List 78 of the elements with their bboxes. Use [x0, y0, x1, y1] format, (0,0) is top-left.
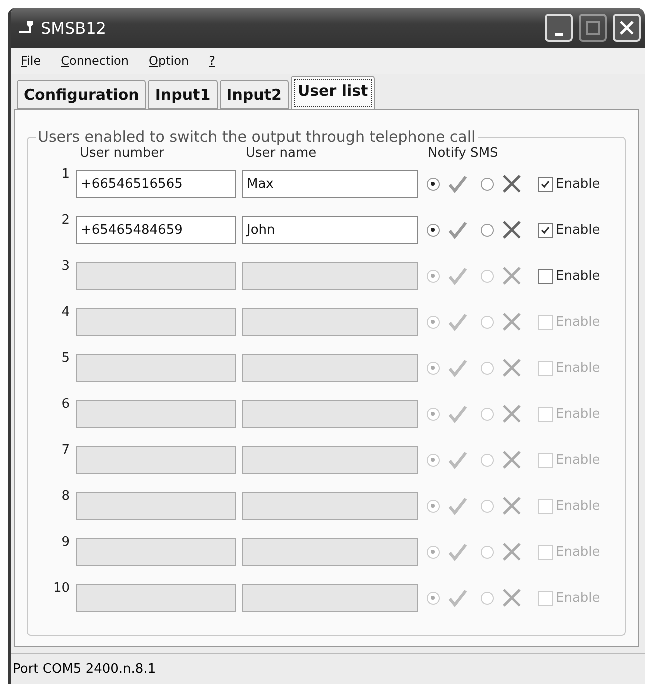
row-number: 4: [60, 305, 70, 320]
column-header: User number: [79, 146, 166, 161]
column-header: User name: [245, 146, 318, 161]
group-title: Users enabled to switch the output through telephone call: [37, 128, 477, 146]
user-name-field[interactable]: John: [242, 216, 418, 244]
checkmark-icon: [448, 589, 468, 607]
cross-icon: [502, 450, 522, 470]
radio-button[interactable]: [426, 454, 440, 466]
cross-icon: [502, 404, 522, 424]
menu-item[interactable]: File: [21, 54, 42, 68]
radio-button[interactable]: [480, 592, 494, 604]
enable-checkbox[interactable]: Enable: [538, 222, 617, 238]
row-number: 9: [60, 535, 70, 550]
close-button[interactable]: [613, 14, 641, 42]
cross-icon: [502, 312, 522, 332]
window-title: SMSB12: [41, 18, 108, 38]
enable-checkbox[interactable]: Enable: [538, 176, 617, 192]
checkmark-icon: [448, 175, 468, 193]
row-number: 8: [60, 489, 70, 504]
checkmark-icon: [540, 178, 551, 190]
row-number: 1: [60, 167, 70, 182]
radio-button[interactable]: [426, 362, 440, 374]
user-number-field[interactable]: +66546516565: [76, 170, 236, 198]
menu-item[interactable]: Connection: [61, 54, 130, 68]
checkmark-icon: [448, 451, 468, 469]
radio-button[interactable]: [426, 178, 440, 190]
row-number: 5: [60, 351, 70, 366]
menu-item[interactable]: ?: [209, 54, 216, 68]
row-number: 3: [60, 259, 70, 274]
cross-icon: [502, 588, 522, 608]
tab[interactable]: Configuration: [17, 80, 146, 109]
maximize-icon: [586, 21, 600, 35]
user-number-field[interactable]: +65465484659: [76, 216, 236, 244]
radio-button[interactable]: [426, 408, 440, 420]
cross-icon: [502, 358, 522, 378]
cross-icon: [502, 542, 522, 562]
row-number: 10: [52, 581, 70, 596]
cross-icon: [502, 496, 522, 516]
radio-button[interactable]: [426, 316, 440, 328]
checkmark-icon: [448, 267, 468, 285]
radio-button[interactable]: [480, 546, 494, 558]
maximize-button[interactable]: [579, 14, 607, 42]
checkmark-icon: [540, 224, 551, 236]
radio-button[interactable]: [426, 546, 440, 558]
checkmark-icon: [448, 359, 468, 377]
radio-button[interactable]: [480, 500, 494, 512]
radio-button[interactable]: [480, 316, 494, 328]
radio-button[interactable]: [480, 408, 494, 420]
tab[interactable]: Input1: [148, 80, 218, 109]
radio-button[interactable]: [480, 224, 494, 236]
radio-button[interactable]: [480, 362, 494, 374]
checkmark-icon: [448, 405, 468, 423]
enable-checkbox[interactable]: Enable: [538, 268, 617, 284]
tab[interactable]: Input2: [220, 80, 289, 109]
tab[interactable]: User list: [290, 76, 376, 110]
column-header: Notify SMS: [427, 146, 500, 161]
radio-button[interactable]: [426, 224, 440, 236]
checkmark-icon: [448, 497, 468, 515]
checkmark-icon: [448, 543, 468, 561]
cross-icon: [502, 174, 522, 194]
checkmark-icon: [448, 221, 468, 239]
radio-button[interactable]: [480, 270, 494, 282]
radio-button[interactable]: [480, 178, 494, 190]
row-number: 6: [60, 397, 70, 412]
radio-button[interactable]: [480, 454, 494, 466]
radio-button[interactable]: [426, 592, 440, 604]
row-number: 2: [60, 213, 70, 228]
minimize-button[interactable]: [545, 14, 573, 42]
cross-icon: [502, 220, 522, 240]
radio-button[interactable]: [426, 500, 440, 512]
user-name-field[interactable]: Max: [242, 170, 418, 198]
row-number: 7: [60, 443, 70, 458]
close-icon: [619, 20, 635, 36]
checkmark-icon: [448, 313, 468, 331]
menu-item[interactable]: Option: [149, 54, 190, 68]
minimize-icon: [555, 32, 563, 36]
radio-button[interactable]: [426, 270, 440, 282]
cross-icon: [502, 266, 522, 286]
